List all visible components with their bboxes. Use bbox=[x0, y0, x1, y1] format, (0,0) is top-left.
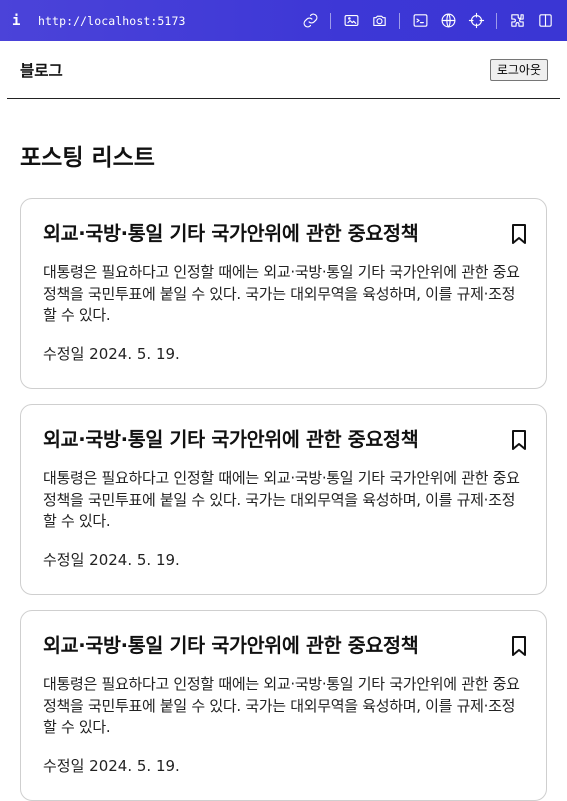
link-icon[interactable] bbox=[296, 10, 324, 32]
post-excerpt: 대통령은 필요하다고 인정할 때에는 외교·국방·통일 기타 국가안위에 관한 … bbox=[43, 469, 520, 530]
image-off-icon[interactable] bbox=[337, 10, 365, 32]
toolbar-divider bbox=[399, 12, 400, 29]
post-card[interactable]: 외교·국방·통일 기타 국가안위에 관한 중요정책 대통령은 필요하다고 인정할… bbox=[20, 610, 547, 801]
app-header: 블로그 로그아웃 bbox=[7, 41, 560, 99]
sidebar-icon[interactable] bbox=[531, 10, 559, 32]
post-excerpt: 대통령은 필요하다고 인정할 때에는 외교·국방·통일 기타 국가안위에 관한 … bbox=[43, 675, 520, 736]
address-bar[interactable]: http://localhost:5173 bbox=[38, 14, 296, 28]
post-excerpt: 대통령은 필요하다고 인정할 때에는 외교·국방·통일 기타 국가안위에 관한 … bbox=[43, 263, 520, 324]
page-title: 포스팅 리스트 bbox=[20, 145, 155, 171]
globe-icon[interactable] bbox=[434, 10, 462, 32]
bookmark-icon[interactable] bbox=[510, 429, 528, 451]
terminal-icon[interactable] bbox=[406, 10, 434, 32]
toolbar-divider bbox=[496, 12, 497, 29]
post-title[interactable]: 외교·국방·통일 기타 국가안위에 관한 중요정책 bbox=[43, 219, 528, 249]
blog-logo[interactable]: 블로그 bbox=[20, 59, 63, 81]
browser-tools bbox=[296, 10, 559, 32]
post-card[interactable]: 외교·국방·통일 기타 국가안위에 관한 중요정책 대통령은 필요하다고 인정할… bbox=[20, 198, 547, 389]
post-title[interactable]: 외교·국방·통일 기타 국가안위에 관한 중요정책 bbox=[43, 631, 528, 661]
post-list: 외교·국방·통일 기타 국가안위에 관한 중요정책 대통령은 필요하다고 인정할… bbox=[20, 198, 547, 801]
post-card[interactable]: 외교·국방·통일 기타 국가안위에 관한 중요정책 대통령은 필요하다고 인정할… bbox=[20, 404, 547, 595]
camera-icon[interactable] bbox=[365, 10, 393, 32]
post-date: 수정일 2024. 5. 19. bbox=[43, 344, 180, 363]
post-title[interactable]: 외교·국방·통일 기타 국가안위에 관한 중요정책 bbox=[43, 425, 528, 455]
post-date: 수정일 2024. 5. 19. bbox=[43, 550, 180, 569]
crosshair-icon[interactable] bbox=[462, 10, 490, 32]
logout-button[interactable]: 로그아웃 bbox=[489, 58, 548, 81]
bookmark-icon[interactable] bbox=[510, 223, 528, 245]
site-info-icon[interactable]: i bbox=[12, 13, 38, 29]
main-content: 포스팅 리스트 외교·국방·통일 기타 국가안위에 관한 중요정책 대통령은 필… bbox=[0, 144, 567, 801]
extension-icon[interactable] bbox=[503, 10, 531, 32]
toolbar-divider bbox=[330, 12, 331, 29]
browser-toolbar: i http://localhost:5173 bbox=[0, 0, 567, 41]
post-date: 수정일 2024. 5. 19. bbox=[43, 756, 180, 775]
bookmark-icon[interactable] bbox=[510, 635, 528, 657]
